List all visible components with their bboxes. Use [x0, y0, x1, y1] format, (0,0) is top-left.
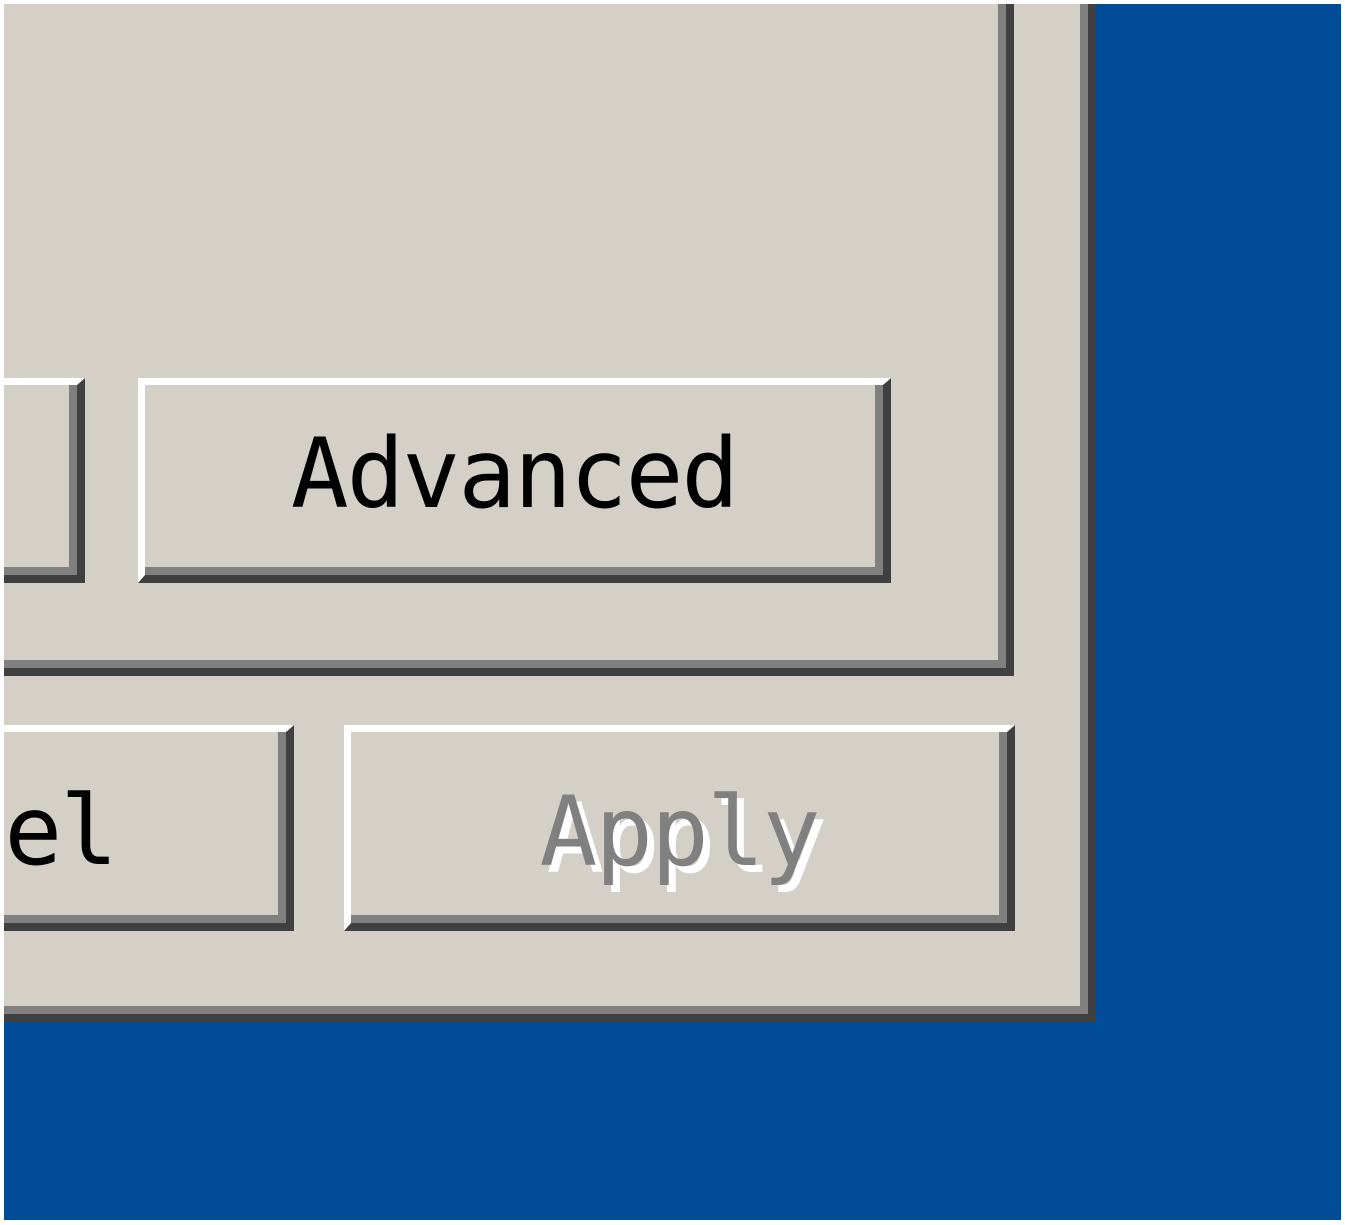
property-sheet-panel: Advanced [4, 4, 1014, 676]
dialog-window: Advanced cel Apply [4, 4, 1096, 1022]
apply-button[interactable]: Apply [344, 725, 1015, 931]
cancel-button-label: cel [4, 774, 118, 887]
apply-button-label: Apply [539, 775, 821, 888]
partially-visible-button[interactable] [4, 378, 85, 583]
advanced-button[interactable]: Advanced [138, 378, 891, 583]
advanced-button-label: Advanced [290, 418, 739, 530]
desktop-background: Advanced cel Apply [4, 4, 1341, 1220]
cancel-button[interactable]: cel [4, 725, 294, 931]
